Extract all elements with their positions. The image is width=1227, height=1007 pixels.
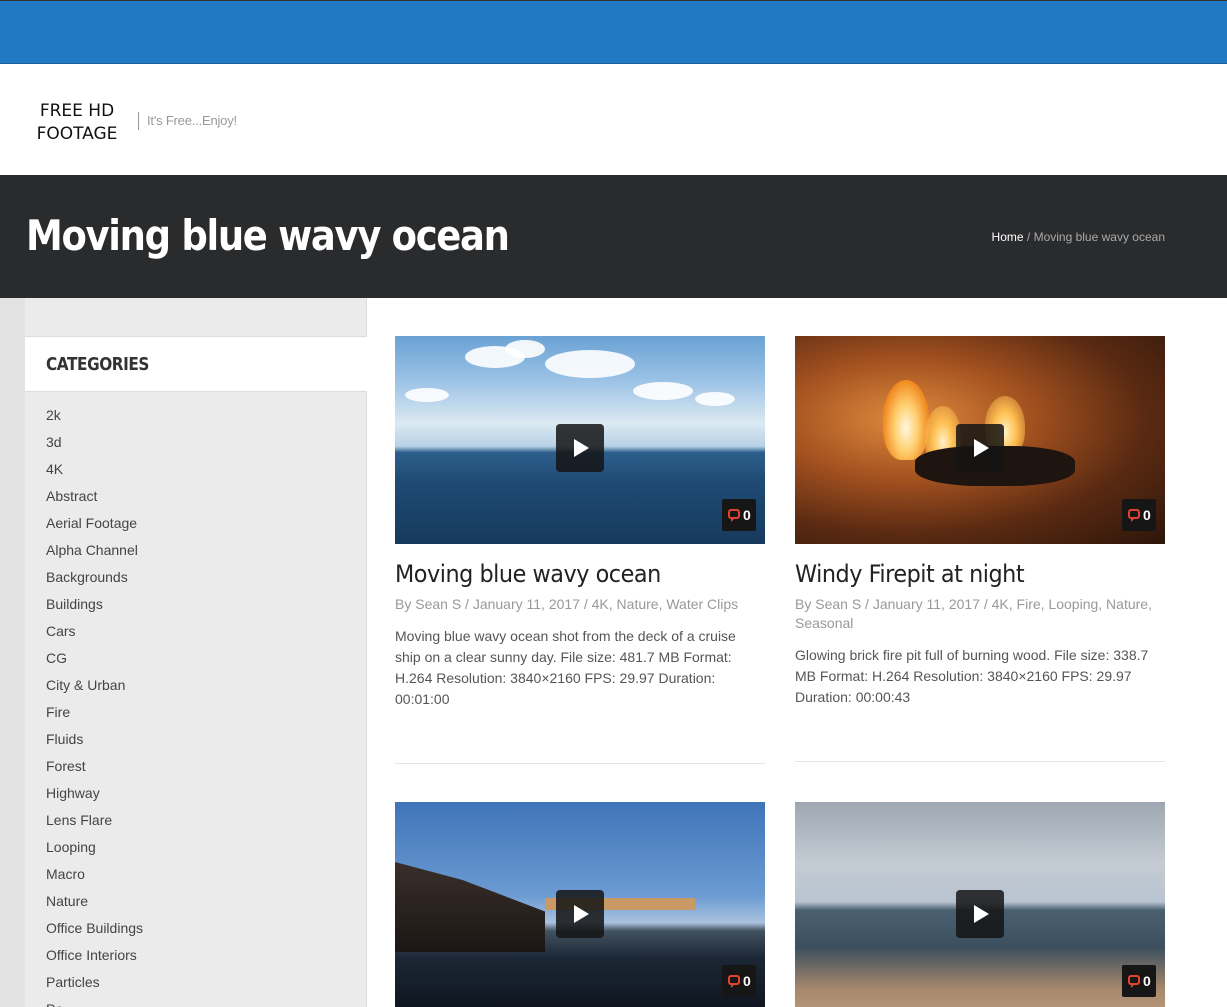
post-card: 0 Moving blue wavy ocean By Sean S / Jan…	[395, 336, 765, 764]
comment-count: 0	[1143, 973, 1151, 989]
video-thumbnail[interactable]: 0	[395, 802, 765, 1007]
breadcrumb-home-link[interactable]: Home	[992, 230, 1024, 244]
sidebar-gutter	[0, 298, 25, 1007]
logo-line-2: FOOTAGE	[36, 124, 118, 144]
category-link[interactable]: City & Urban	[46, 675, 143, 702]
post-grid: 0 Moving blue wavy ocean By Sean S / Jan…	[367, 298, 1227, 1007]
category-link[interactable]: CG	[46, 648, 143, 675]
video-thumbnail[interactable]: 0	[795, 336, 1165, 544]
comment-count: 0	[1143, 507, 1151, 523]
play-icon[interactable]	[556, 890, 604, 938]
post-title[interactable]: Moving blue wavy ocean	[395, 560, 661, 588]
category-link[interactable]: Nature	[46, 891, 143, 918]
category-link[interactable]: Alpha Channel	[46, 540, 143, 567]
comment-count: 0	[743, 973, 751, 989]
post-excerpt: Glowing brick fire pit full of burning w…	[795, 647, 1149, 705]
category-link[interactable]: 2k	[46, 405, 143, 432]
comment-icon	[728, 975, 740, 988]
play-icon[interactable]	[556, 424, 604, 472]
top-bar	[0, 0, 1227, 64]
page-title: Moving blue wavy ocean	[26, 211, 510, 260]
play-icon[interactable]	[956, 890, 1004, 938]
breadcrumb-current: Moving blue wavy ocean	[1033, 230, 1165, 244]
page-title-bar: Moving blue wavy ocean Home / Moving blu…	[0, 175, 1227, 298]
category-link[interactable]: Office Interiors	[46, 945, 143, 972]
logo-line-1: FREE HD	[39, 101, 115, 121]
comment-count-badge[interactable]: 0	[722, 499, 756, 531]
category-link[interactable]: Po...	[46, 999, 143, 1007]
category-link[interactable]: Fluids	[46, 729, 143, 756]
video-thumbnail[interactable]: 0	[395, 336, 765, 544]
post-divider	[395, 763, 765, 764]
categories-widget-header: CATEGORIES	[25, 336, 367, 392]
site-header: FREE HD FOOTAGE It's Free...Enjoy!	[0, 64, 1227, 175]
post-excerpt: Moving blue wavy ocean shot from the dec…	[395, 628, 736, 707]
comment-count-badge[interactable]: 0	[1122, 499, 1156, 531]
category-link[interactable]: Buildings	[46, 594, 143, 621]
sidebar: CATEGORIES 2k 3d 4K Abstract Aerial Foot…	[0, 298, 367, 1007]
comment-count: 0	[743, 507, 751, 523]
category-link[interactable]: Cars	[46, 621, 143, 648]
breadcrumb-separator: /	[1023, 230, 1034, 244]
comment-count-badge[interactable]: 0	[722, 965, 756, 997]
category-link[interactable]: Aerial Footage	[46, 513, 143, 540]
play-icon[interactable]	[956, 424, 1004, 472]
category-link[interactable]: Lens Flare	[46, 810, 143, 837]
post-card: 0 Windy Firepit at night By Sean S / Jan…	[795, 336, 1165, 762]
comment-count-badge[interactable]: 0	[1122, 965, 1156, 997]
categories-title: CATEGORIES	[46, 354, 150, 375]
post-card: 0	[395, 802, 765, 1007]
category-link[interactable]: Forest	[46, 756, 143, 783]
category-link[interactable]: Office Buildings	[46, 918, 143, 945]
post-meta: By Sean S / January 11, 2017 / 4K, Fire,…	[795, 596, 1152, 631]
comment-icon	[728, 509, 740, 522]
category-link[interactable]: Macro	[46, 864, 143, 891]
category-list: 2k 3d 4K Abstract Aerial Footage Alpha C…	[46, 405, 143, 1007]
category-link[interactable]: 3d	[46, 432, 143, 459]
video-thumbnail[interactable]: 0	[795, 802, 1165, 1007]
category-link[interactable]: Highway	[46, 783, 143, 810]
comment-icon	[1128, 509, 1140, 522]
post-meta: By Sean S / January 11, 2017 / 4K, Natur…	[395, 596, 739, 612]
category-link[interactable]: Looping	[46, 837, 143, 864]
category-link[interactable]: Backgrounds	[46, 567, 143, 594]
site-logo[interactable]: FREE HD FOOTAGE	[30, 100, 124, 146]
breadcrumb: Home / Moving blue wavy ocean	[992, 230, 1165, 244]
category-link[interactable]: Particles	[46, 972, 143, 999]
post-title[interactable]: Windy Firepit at night	[795, 560, 1025, 588]
post-divider	[795, 761, 1165, 762]
category-link[interactable]: Fire	[46, 702, 143, 729]
category-link[interactable]: Abstract	[46, 486, 143, 513]
site-tagline: It's Free...Enjoy!	[138, 112, 237, 130]
category-link[interactable]: 4K	[46, 459, 143, 486]
comment-icon	[1128, 975, 1140, 988]
post-card: 0	[795, 802, 1165, 1007]
